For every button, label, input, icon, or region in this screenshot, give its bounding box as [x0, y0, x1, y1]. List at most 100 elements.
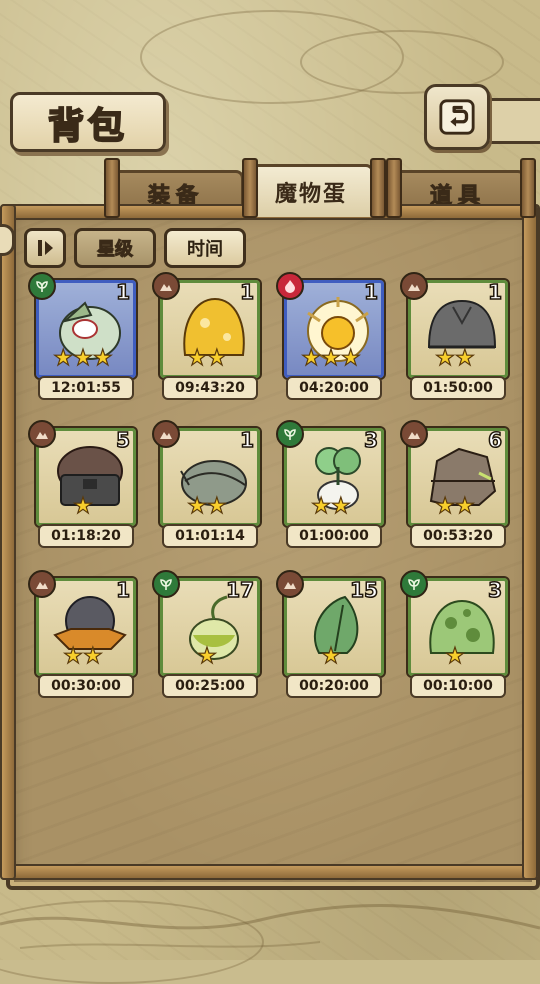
star-rating: ★ ★ ★	[32, 346, 134, 371]
star-icon: ★	[330, 494, 351, 519]
tab-post	[242, 158, 258, 218]
hatch-timer-text: 01:01:14	[175, 528, 245, 544]
hatch-timer: 09:43:20	[162, 376, 258, 400]
hatch-timer: 01:01:14	[162, 524, 258, 548]
hatch-timer: 00:53:20	[410, 524, 506, 548]
egg-count: 1	[363, 279, 378, 305]
hatch-timer-text: 04:20:00	[299, 380, 369, 396]
star-icon: ★	[454, 494, 475, 519]
star-icon: ★	[321, 644, 342, 669]
hatch-timer: 04:20:00	[286, 376, 382, 400]
egg-count: 3	[487, 577, 502, 603]
panel-right-post	[522, 204, 538, 880]
hatch-timer-text: 00:53:20	[423, 528, 493, 544]
star-icon: ★	[73, 346, 94, 371]
hatch-timer: 01:00:00	[286, 524, 382, 548]
egg-count: 1	[239, 427, 254, 453]
star-icon: ★	[73, 494, 94, 519]
tab-post	[520, 158, 536, 218]
hatch-timer-text: 00:25:00	[175, 678, 245, 694]
star-rating: ★ ★	[404, 494, 506, 519]
star-icon: ★	[311, 494, 332, 519]
hatch-timer-text: 01:18:20	[51, 528, 121, 544]
hatch-timer: 00:25:00	[162, 674, 258, 698]
star-icon: ★	[187, 494, 208, 519]
egg-count: 17	[225, 577, 254, 603]
sort-by-time-button[interactable]: 时间	[164, 228, 246, 268]
egg-card[interactable]: 1 ★ ★ 00:30:00	[28, 570, 150, 698]
egg-card[interactable]: 1 ★ ★ 09:43:20	[152, 272, 274, 400]
grass-element-icon	[152, 570, 180, 598]
hatch-timer: 12:01:55	[38, 376, 134, 400]
panel-left-post	[0, 204, 16, 880]
hatch-timer-text: 01:50:00	[423, 380, 493, 396]
tab-monster-eggs[interactable]: 魔物蛋	[248, 164, 374, 217]
sort-by-time-label: 时间	[187, 239, 223, 260]
hatch-timer: 00:30:00	[38, 674, 134, 698]
egg-count: 15	[349, 577, 378, 603]
egg-card[interactable]: 5 ★ 01:18:20	[28, 420, 150, 548]
egg-card[interactable]: 1 ★ ★ ★ 12:01:55	[28, 272, 150, 400]
tab-post	[370, 158, 386, 218]
egg-card[interactable]: 15 ★ 00:20:00	[276, 570, 398, 698]
star-icon: ★	[197, 644, 218, 669]
star-icon: ★	[187, 346, 208, 371]
star-icon: ★	[206, 494, 227, 519]
tab-post	[104, 158, 120, 218]
star-icon: ★	[454, 346, 475, 371]
egg-count: 1	[239, 279, 254, 305]
star-rating: ★	[404, 644, 506, 669]
star-rating: ★ ★	[280, 494, 382, 519]
sort-order-toggle[interactable]	[24, 228, 66, 268]
panel-bottom-beam	[0, 864, 540, 880]
hatch-timer: 01:50:00	[410, 376, 506, 400]
egg-count: 3	[363, 427, 378, 453]
egg-card[interactable]: 1 ★ ★ ★ 04:20:00	[276, 272, 398, 400]
star-icon: ★	[53, 346, 74, 371]
grass-element-icon	[400, 570, 428, 598]
page-title-plate: 背包	[7, 92, 363, 152]
star-icon: ★	[206, 346, 227, 371]
egg-card[interactable]: 3 ★ ★ 01:00:00	[276, 420, 398, 548]
star-rating: ★	[156, 644, 258, 669]
fire-element-icon	[276, 272, 304, 300]
earth-element-icon	[400, 420, 428, 448]
egg-card[interactable]: 1 ★ ★ 01:50:00	[400, 272, 522, 400]
star-rating: ★	[280, 644, 382, 669]
star-icon: ★	[92, 346, 113, 371]
star-rating: ★ ★	[156, 494, 258, 519]
sort-by-star-button[interactable]: 星级	[74, 228, 156, 268]
hatch-timer: 00:10:00	[410, 674, 506, 698]
earth-element-icon	[28, 420, 56, 448]
earth-element-icon	[152, 272, 180, 300]
hatch-timer-text: 09:43:20	[175, 380, 245, 396]
egg-count: 1	[115, 577, 130, 603]
star-rating: ★ ★	[404, 346, 506, 371]
star-icon: ★	[82, 644, 103, 669]
earth-element-icon	[28, 570, 56, 598]
egg-count: 1	[487, 279, 502, 305]
grass-element-icon	[28, 272, 56, 300]
grass-element-icon	[276, 420, 304, 448]
egg-card[interactable]: 1 ★ ★ 01:01:14	[152, 420, 274, 548]
return-arrow-icon	[439, 99, 475, 135]
hatch-timer-text: 00:30:00	[51, 678, 121, 694]
star-icon: ★	[445, 644, 466, 669]
star-rating: ★ ★	[32, 644, 134, 669]
earth-element-icon	[276, 570, 304, 598]
star-icon: ★	[301, 346, 322, 371]
egg-card[interactable]: 6 ★ ★ 00:53:20	[400, 420, 522, 548]
egg-card[interactable]: 3 ★ 00:10:00	[400, 570, 522, 698]
back-button[interactable]	[424, 84, 490, 150]
star-icon: ★	[63, 644, 84, 669]
egg-card[interactable]: 17 ★ 00:25:00	[152, 570, 274, 698]
hatch-timer-text: 01:00:00	[299, 528, 369, 544]
hatch-timer: 00:20:00	[286, 674, 382, 698]
star-icon: ★	[435, 346, 456, 371]
star-rating: ★	[32, 494, 134, 519]
star-rating: ★ ★	[156, 346, 258, 371]
star-icon: ★	[340, 346, 361, 371]
earth-element-icon	[400, 272, 428, 300]
sort-order-icon	[38, 240, 53, 256]
earth-element-icon	[152, 420, 180, 448]
